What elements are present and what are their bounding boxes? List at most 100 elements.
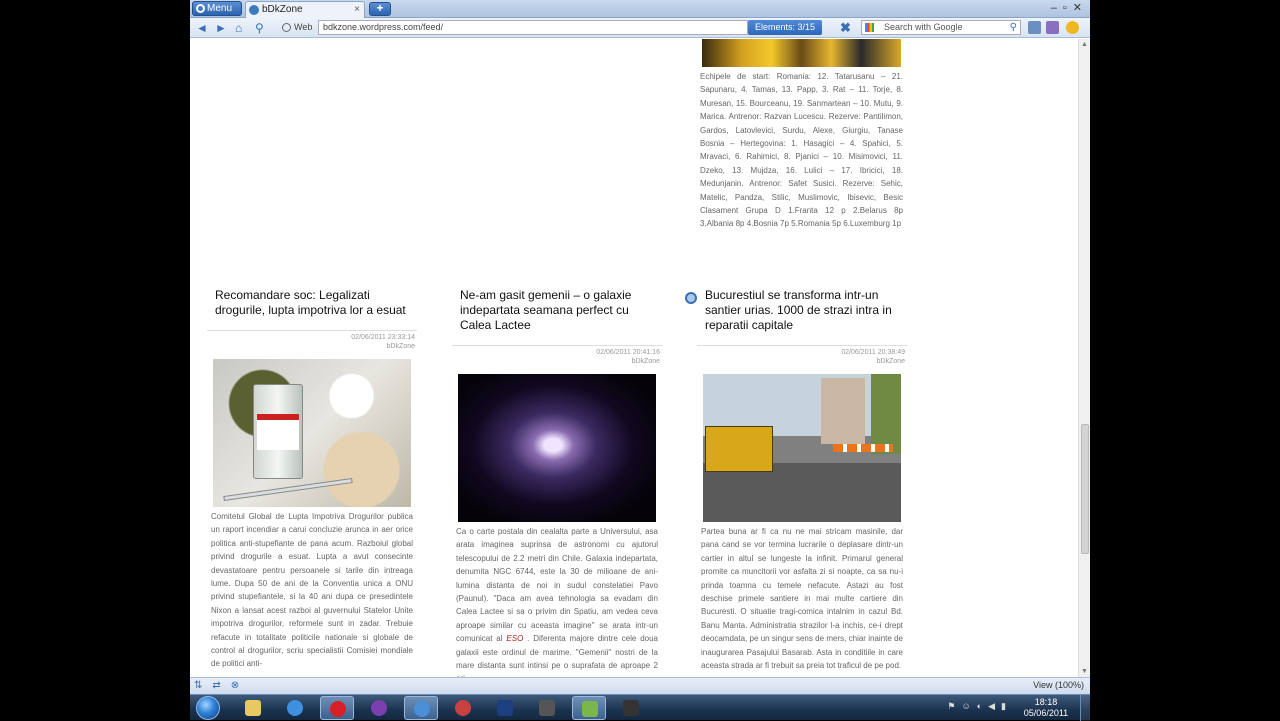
messenger-icon xyxy=(371,700,387,716)
article-date: 02/06/2011 20:38:49 xyxy=(841,349,905,356)
forward-icon[interactable]: ► xyxy=(215,21,227,35)
article-meta: 02/06/2011 23:33:14 bDkZone xyxy=(207,333,417,351)
scroll-up-icon[interactable]: ▲ xyxy=(1081,41,1088,48)
truck-shape xyxy=(705,426,773,472)
galaxy-photo[interactable] xyxy=(458,374,656,522)
app-taskbar-button[interactable] xyxy=(572,696,606,720)
new-tab-button[interactable]: + xyxy=(369,2,391,16)
app-taskbar-button[interactable] xyxy=(446,696,480,720)
article-author: bDkZone xyxy=(876,358,905,365)
app-taskbar-button[interactable] xyxy=(614,696,648,720)
show-desktop-button[interactable] xyxy=(1080,695,1090,721)
page-content: Echipele de start: Romania: 12. Tatarusa… xyxy=(190,39,1078,677)
article-text: Partea buna ar fi ca nu ne mai stricam m… xyxy=(701,527,903,671)
syringe-shape xyxy=(223,477,353,502)
tab-bar: Menu bDkZone × + –▫✕ xyxy=(190,0,1090,18)
search-placeholder: Search with Google xyxy=(884,22,963,32)
back-icon[interactable]: ◄ xyxy=(196,21,208,35)
ie-taskbar-button[interactable] xyxy=(278,696,312,720)
photoshop-taskbar-button[interactable] xyxy=(488,696,522,720)
eso-link[interactable]: ESO xyxy=(506,634,523,643)
app-icon xyxy=(623,700,639,716)
app-icon xyxy=(582,701,598,717)
menu-label: Menu xyxy=(207,3,233,14)
road-signs-shape xyxy=(833,444,893,452)
vial-label-shape xyxy=(257,414,299,450)
extension-icon[interactable] xyxy=(1046,21,1059,34)
tree-shape xyxy=(871,374,901,454)
football-team-photo xyxy=(702,39,901,67)
app-icon xyxy=(539,700,555,716)
tab-close-icon[interactable]: × xyxy=(354,2,360,17)
address-toolbar: ◄ ► ⌂ ⚲ Web bdkzone.wordpress.com/feed/ … xyxy=(190,18,1090,38)
article-meta: 02/06/2011 20:41:16 bDkZone xyxy=(452,348,662,366)
globe-icon xyxy=(282,23,291,32)
opera-icon xyxy=(330,701,346,717)
wordpress-favicon-icon xyxy=(249,5,259,15)
road-works-photo[interactable] xyxy=(703,374,901,522)
url-field[interactable]: bdkzone.wordpress.com/feed/ xyxy=(318,20,748,35)
top-article-text: Echipele de start: Romania: 12. Tatarusa… xyxy=(700,72,903,229)
web-badge[interactable]: Web xyxy=(280,20,316,35)
divider xyxy=(697,345,907,346)
web-label: Web xyxy=(294,22,313,32)
browser-window: Menu bDkZone × + –▫✕ ◄ ► ⌂ ⚲ Web bdkzone.… xyxy=(190,0,1090,694)
opera-taskbar-button[interactable] xyxy=(320,696,354,720)
window-controls[interactable]: –▫✕ xyxy=(1051,1,1088,14)
app-taskbar-button[interactable] xyxy=(530,696,564,720)
messenger-taskbar-button[interactable] xyxy=(362,696,396,720)
explorer-taskbar-button[interactable] xyxy=(236,696,270,720)
article-author: bDkZone xyxy=(386,343,415,350)
vertical-scrollbar[interactable]: ▲ ▼ xyxy=(1078,39,1090,677)
busy-cursor-icon xyxy=(685,292,697,304)
zoom-view-button[interactable]: View (100%) xyxy=(1033,680,1084,690)
divider xyxy=(452,345,662,346)
system-tray-icons[interactable]: ⚑☺◐◀▮ xyxy=(947,701,1012,712)
article-meta: 02/06/2011 20:38:49 bDkZone xyxy=(697,348,907,366)
article-card: Recomandare soc: Legalizati drogurile, l… xyxy=(207,288,417,671)
star-bookmark-icon[interactable] xyxy=(1066,21,1079,34)
article-text: Comitetul Global de Lupta Impotriva Drog… xyxy=(211,512,413,669)
building-shape xyxy=(821,378,865,444)
start-button[interactable] xyxy=(196,696,220,720)
article-date: 02/06/2011 23:33:14 xyxy=(351,334,415,341)
opera-logo-icon xyxy=(196,4,205,13)
app-icon xyxy=(455,700,471,716)
article-date: 02/06/2011 20:41:16 xyxy=(596,349,660,356)
extension-icon[interactable] xyxy=(1028,21,1041,34)
app-icon xyxy=(414,701,430,717)
tab-title: bDkZone xyxy=(262,4,303,15)
article-card: Bucurestiul se transforma intr-un santie… xyxy=(697,288,907,672)
search-go-icon[interactable]: ⚲ xyxy=(1010,21,1017,34)
internet-explorer-icon xyxy=(287,700,303,716)
article-title[interactable]: Bucurestiul se transforma intr-un santie… xyxy=(697,288,907,333)
scrollbar-thumb[interactable] xyxy=(1081,424,1089,554)
drugs-photo[interactable] xyxy=(213,359,411,507)
app-taskbar-button[interactable] xyxy=(404,696,438,720)
windows-taskbar: ⚑☺◐◀▮ 18:18 05/06/2011 xyxy=(190,694,1090,721)
folder-icon xyxy=(245,700,261,716)
article-author: bDkZone xyxy=(631,358,660,365)
article-card: Ne-am gasit gemenii – o galaxie indepart… xyxy=(452,288,662,677)
home-icon[interactable]: ⌂ xyxy=(235,21,242,35)
menu-button[interactable]: Menu xyxy=(192,1,242,16)
clock-time: 18:18 xyxy=(1034,697,1058,707)
elements-counter[interactable]: Elements: 3/15 xyxy=(748,20,822,35)
clock[interactable]: 18:18 05/06/2011 xyxy=(1016,697,1076,719)
toolbar-extensions xyxy=(1026,20,1088,36)
article-title[interactable]: Ne-am gasit gemenii – o galaxie indepart… xyxy=(452,288,662,333)
clock-date: 05/06/2011 xyxy=(1023,708,1069,718)
article-text-part: Ca o carte postala din cealalta parte a … xyxy=(456,527,658,644)
status-bar: ⇅⇄⊗ View (100%) xyxy=(190,677,1090,694)
divider xyxy=(207,330,417,331)
article-title[interactable]: Recomandare soc: Legalizati drogurile, l… xyxy=(207,288,417,318)
photoshop-icon xyxy=(497,700,513,716)
search-icon[interactable]: ⚲ xyxy=(255,21,264,35)
status-tools-icons[interactable]: ⇅⇄⊗ xyxy=(194,680,249,691)
scroll-down-icon[interactable]: ▼ xyxy=(1081,668,1088,675)
search-input[interactable]: Search with Google ⚲ xyxy=(861,20,1021,35)
tab-bdkzone[interactable]: bDkZone × xyxy=(245,1,365,18)
google-icon xyxy=(865,23,874,32)
close-find-icon[interactable]: ✖ xyxy=(840,20,851,36)
article-text: Ca o carte postala din cealalta parte a … xyxy=(452,525,662,677)
